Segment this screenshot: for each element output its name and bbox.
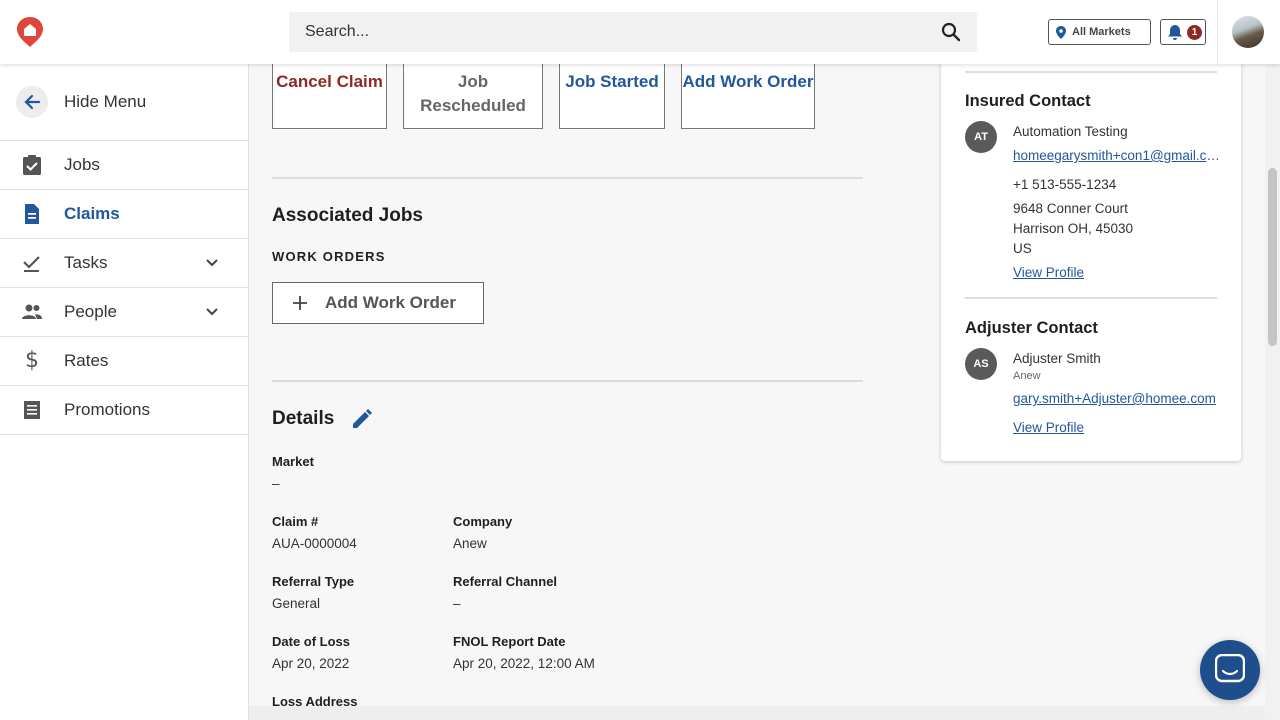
company-value: Anew [453,536,487,551]
sidebar-item-label: Jobs [64,155,100,174]
chat-icon [1215,654,1245,683]
details-title: Details [272,408,335,429]
insured-country: US [1013,241,1032,256]
adjuster-email-link[interactable]: gary.smith+Adjuster@homee.com [1013,391,1223,406]
card-divider [965,71,1217,73]
fnol-report-date-label: FNOL Report Date [453,634,566,649]
sidebar: Hide Menu Jobs Claims Tasks People $ Rat… [0,64,249,720]
scrollbar-thumb[interactable] [1268,168,1277,346]
referral-channel-value: – [453,596,461,611]
claim-number-label: Claim # [272,514,319,529]
section-divider [272,380,863,382]
user-avatar[interactable] [1232,16,1264,48]
sidebar-item-claims[interactable]: Claims [0,190,248,239]
notifications-button[interactable]: 1 [1160,19,1206,45]
search-icon[interactable] [941,22,961,42]
search-input[interactable]: Search... [305,23,369,41]
check-icon [23,256,40,272]
search-bar[interactable]: Search... [289,12,977,52]
adjuster-name: Adjuster Smith [1013,351,1101,366]
topbar-divider [1217,0,1218,64]
notification-count-badge: 1 [1187,25,1202,40]
sidebar-item-rates[interactable]: $ Rates [0,337,248,386]
sidebar-item-label: Rates [64,351,109,370]
adjuster-contact-title: Adjuster Contact [965,319,1098,337]
adjuster-view-profile-link[interactable]: View Profile [1013,420,1084,435]
sidebar-item-label: People [64,302,117,321]
insured-address-line1: 9648 Conner Court [1013,201,1128,216]
vertical-scrollbar[interactable] [1265,64,1280,720]
brand-logo-icon[interactable] [16,16,44,48]
card-divider [965,297,1217,299]
date-of-loss-value: Apr 20, 2022 [272,656,350,671]
insured-view-profile-link[interactable]: View Profile [1013,265,1084,280]
bell-icon [1168,25,1182,40]
chat-launcher-button[interactable] [1200,640,1260,700]
plus-icon [293,296,307,310]
referral-channel-label: Referral Channel [453,574,558,589]
dollar-icon: $ [25,348,39,373]
work-orders-heading: WORK ORDERS [272,249,386,264]
job-rescheduled-button[interactable]: Job Rescheduled [403,64,543,129]
clipboard-check-icon [23,155,41,175]
insured-name: Automation Testing [1013,124,1128,139]
fnol-report-date-value: Apr 20, 2022, 12:00 AM [453,656,595,671]
sidebar-item-people[interactable]: People [0,288,248,337]
pencil-edit-icon[interactable] [350,407,374,431]
sidebar-item-label: Promotions [64,400,150,419]
people-icon [22,304,42,319]
insured-email-link[interactable]: homeegarysmith+con1@gmail.com [1013,148,1223,163]
sidebar-item-label: Tasks [64,253,108,272]
company-label: Company [453,514,513,529]
associated-jobs-title: Associated Jobs [272,205,423,226]
add-work-order-action-button[interactable]: Add Work Order [681,64,815,129]
insured-phone: +1 513-555-1234 [1013,177,1117,192]
back-arrow-icon [16,86,48,118]
location-pin-icon [1056,25,1066,39]
section-divider [272,177,863,179]
chevron-down-icon[interactable] [203,303,221,321]
all-markets-button[interactable]: All Markets [1048,19,1151,45]
horizontal-scrollbar[interactable] [249,706,1265,720]
referral-type-label: Referral Type [272,574,355,589]
chevron-down-icon[interactable] [203,254,221,272]
sidebar-item-tasks[interactable]: Tasks [0,239,248,288]
document-icon [25,204,39,224]
sidebar-item-jobs[interactable]: Jobs [0,141,248,190]
insured-avatar: AT [965,121,997,153]
hide-menu-label: Hide Menu [64,92,147,111]
job-started-button[interactable]: Job Started [559,64,665,129]
claim-number-value: AUA-0000004 [272,536,357,551]
top-bar: Search... All Markets 1 [0,0,1280,64]
adjuster-company: Anew [1013,370,1041,382]
hide-menu-button[interactable]: Hide Menu [0,64,248,141]
referral-type-value: General [272,596,321,611]
date-of-loss-label: Date of Loss [272,634,351,649]
insured-contact-title: Insured Contact [965,92,1091,110]
insured-address-line2: Harrison OH, 45030 [1013,221,1134,236]
market-label: Market [272,454,314,469]
receipt-icon [24,401,40,419]
contacts-card: Insured Contact AT Automation Testing ho… [941,40,1241,461]
add-work-order-button[interactable]: Add Work Order [272,282,484,324]
sidebar-item-label: Claims [64,204,120,223]
cancel-claim-button[interactable]: Cancel Claim [272,64,387,129]
market-value: – [272,476,280,491]
sidebar-item-promotions[interactable]: Promotions [0,386,248,435]
adjuster-avatar: AS [965,348,997,380]
add-work-order-label: Add Work Order [325,293,456,312]
all-markets-label: All Markets [1072,26,1131,38]
